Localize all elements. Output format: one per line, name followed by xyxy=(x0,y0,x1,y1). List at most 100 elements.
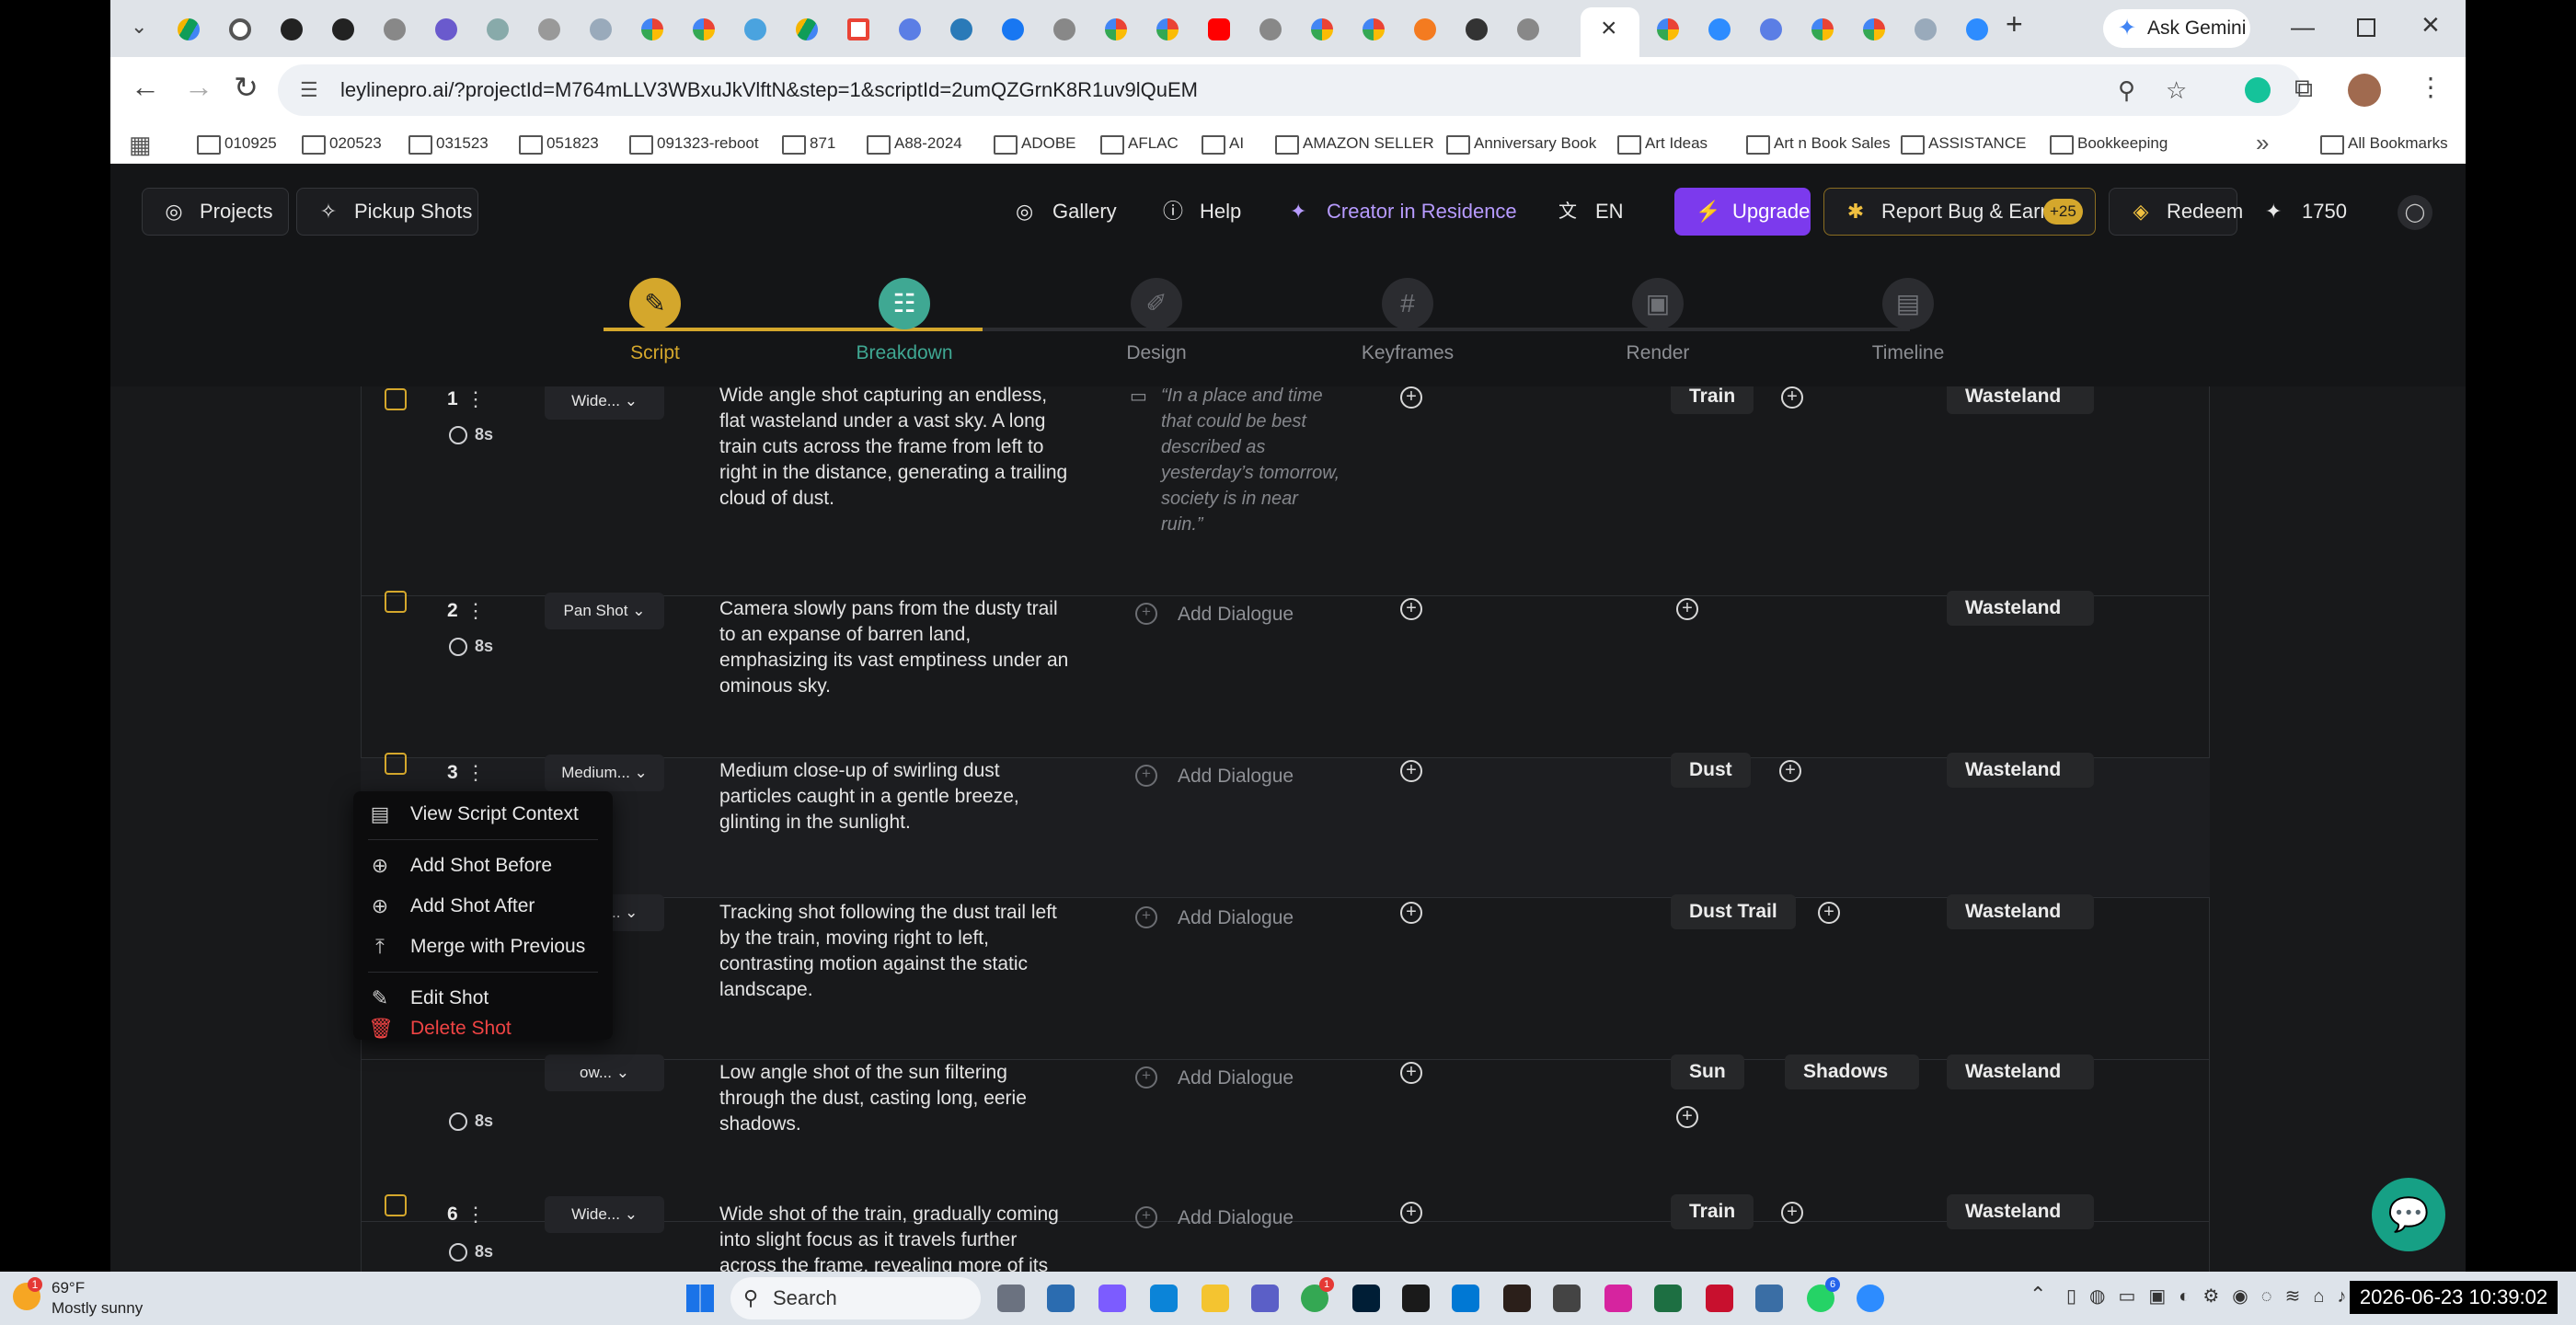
bookmark-folder[interactable]: ADOBE xyxy=(992,131,1076,156)
element-tag[interactable]: Train xyxy=(1671,1194,1754,1229)
element-tag[interactable]: Dust Trail xyxy=(1671,894,1796,929)
tab[interactable] xyxy=(1454,9,1500,50)
excel-icon[interactable] xyxy=(1654,1285,1682,1312)
tab[interactable] xyxy=(784,9,830,50)
restore-button[interactable] xyxy=(2357,18,2375,37)
add-shot-before-item[interactable]: ⊕ Add Shot Before xyxy=(353,847,613,885)
shot-description[interactable]: Low angle shot of the sun filtering thro… xyxy=(719,1060,1069,1137)
tab[interactable] xyxy=(835,9,881,50)
bookmark-folder[interactable]: Anniversary Book xyxy=(1444,131,1596,156)
shot-type-select[interactable]: Wide... ⌄ xyxy=(545,386,664,420)
tab[interactable] xyxy=(1093,9,1139,50)
tab[interactable] xyxy=(578,9,624,50)
bookmark-folder[interactable]: 871 xyxy=(780,131,835,156)
redeem-button[interactable]: ◈ Redeem xyxy=(2109,188,2243,236)
zoom-icon[interactable]: ⚲ xyxy=(2118,64,2135,116)
step-script-icon[interactable]: ✎ xyxy=(629,278,681,329)
reload-button[interactable]: ↻ xyxy=(234,70,259,105)
add-dialogue-button[interactable]: Add Dialogue xyxy=(1135,906,1294,929)
extensions-icon[interactable]: ⧉ xyxy=(2294,74,2313,104)
close-icon[interactable]: × xyxy=(1601,13,1617,44)
new-tab-button[interactable]: + xyxy=(2006,7,2023,41)
tab[interactable] xyxy=(1041,9,1087,50)
apps-icon[interactable]: ▦ xyxy=(129,131,152,159)
location-tag[interactable]: Wasteland xyxy=(1947,386,2094,414)
forward-button[interactable]: → xyxy=(184,70,213,104)
more-bookmarks-icon[interactable]: » xyxy=(2256,129,2269,157)
add-element-icon[interactable]: + xyxy=(1781,386,1803,409)
weather-widget[interactable]: 1 69°F Mostly sunny xyxy=(13,1277,215,1319)
row-menu-icon[interactable]: ⋮ xyxy=(466,389,486,409)
shot-type-select[interactable]: Medium... ⌄ xyxy=(545,755,664,791)
tab[interactable] xyxy=(629,9,675,50)
shot-description[interactable]: Camera slowly pans from the dusty trail … xyxy=(719,596,1069,699)
bookmark-folder[interactable]: Bookkeeping xyxy=(2048,131,2168,156)
shot-type-select[interactable]: Wide... ⌄ xyxy=(545,1196,664,1233)
tab[interactable] xyxy=(1402,9,1448,50)
add-character-icon[interactable]: + xyxy=(1400,1202,1422,1224)
bookmark-folder[interactable]: AI xyxy=(1200,131,1244,156)
add-character-icon[interactable]: + xyxy=(1400,1062,1422,1084)
star-icon[interactable]: ☆ xyxy=(2166,64,2187,116)
app-icon[interactable] xyxy=(1755,1285,1783,1312)
row-checkbox[interactable] xyxy=(385,1194,407,1216)
step-breakdown-label[interactable]: Breakdown xyxy=(812,342,996,364)
help-link[interactable]: ⓘ Help xyxy=(1163,188,1241,236)
shot-description[interactable]: Tracking shot following the dust trail l… xyxy=(719,900,1069,1003)
photoshop-icon[interactable] xyxy=(1352,1285,1380,1312)
tab[interactable] xyxy=(681,9,727,50)
step-keyframes-label[interactable]: Keyframes xyxy=(1316,342,1500,364)
add-element-icon[interactable]: + xyxy=(1676,598,1698,620)
location-tag[interactable]: Wasteland xyxy=(1947,591,2094,626)
row-checkbox[interactable] xyxy=(385,388,407,410)
credits-display[interactable]: ✦ 1750 xyxy=(2265,188,2347,236)
task-view-icon[interactable] xyxy=(997,1285,1025,1312)
profile-icon[interactable]: ◯ xyxy=(2398,195,2432,230)
outlook-icon[interactable] xyxy=(1047,1285,1075,1312)
bookmark-folder[interactable]: Art Ideas xyxy=(1616,131,1708,156)
tab[interactable] xyxy=(217,9,263,50)
step-timeline-icon[interactable]: ▤ xyxy=(1882,278,1934,329)
address-bar[interactable]: ☰ leylinepro.ai/?projectId=M764mLLV3WBxu… xyxy=(278,64,2302,116)
taskbar-search[interactable]: ⚲ Search xyxy=(730,1277,981,1319)
app-icon[interactable] xyxy=(1402,1285,1430,1312)
bookmark-folder[interactable]: Art n Book Sales xyxy=(1744,131,1891,156)
window-close-button[interactable]: × xyxy=(2421,7,2440,43)
tab[interactable] xyxy=(1144,9,1190,50)
whatsapp-icon[interactable]: 6 xyxy=(1807,1277,1840,1312)
tab[interactable] xyxy=(1299,9,1345,50)
add-character-icon[interactable]: + xyxy=(1400,902,1422,924)
tab[interactable] xyxy=(526,9,572,50)
tab[interactable] xyxy=(1696,9,1742,50)
todo-icon[interactable] xyxy=(1452,1285,1479,1312)
language-selector[interactable]: 文 EN xyxy=(1558,188,1624,236)
step-render-label[interactable]: Render xyxy=(1566,342,1750,364)
file-explorer-icon[interactable] xyxy=(1202,1285,1229,1312)
shot-type-select[interactable]: ow... ⌄ xyxy=(545,1054,664,1091)
location-tag[interactable]: Wasteland xyxy=(1947,753,2094,788)
report-bug-button[interactable]: ✱ Report Bug & Earn +25 xyxy=(1823,188,2096,236)
step-keyframes-icon[interactable]: # xyxy=(1382,278,1433,329)
add-character-icon[interactable]: + xyxy=(1400,598,1422,620)
tab[interactable] xyxy=(475,9,521,50)
bookmark-folder[interactable]: A88-2024 xyxy=(865,131,962,156)
add-element-icon[interactable]: + xyxy=(1818,902,1840,924)
chat-support-button[interactable]: 💬 xyxy=(2372,1178,2445,1251)
add-shot-after-item[interactable]: ⊕ Add Shot After xyxy=(353,887,613,926)
all-bookmarks[interactable]: All Bookmarks xyxy=(2318,131,2448,156)
bookmark-folder[interactable]: 051823 xyxy=(517,131,599,156)
bookmark-folder[interactable]: ASSISTANCE xyxy=(1899,131,2026,156)
bookmark-folder[interactable]: AFLAC xyxy=(1098,131,1179,156)
bookmark-folder[interactable]: 020523 xyxy=(300,131,382,156)
shot-description[interactable]: Wide angle shot capturing an endless, fl… xyxy=(719,386,1069,512)
tab[interactable] xyxy=(1748,9,1794,50)
edge-icon[interactable] xyxy=(1150,1285,1178,1312)
gallery-link[interactable]: ◎ Gallery xyxy=(1016,188,1117,236)
creator-in-residence-link[interactable]: ✦ Creator in Residence xyxy=(1290,188,1517,236)
row-menu-icon[interactable]: ⋮ xyxy=(466,763,486,783)
tab[interactable] xyxy=(320,9,366,50)
tab[interactable] xyxy=(1351,9,1397,50)
add-dialogue-button[interactable]: Add Dialogue xyxy=(1135,1206,1294,1229)
element-tag[interactable]: Dust xyxy=(1671,753,1751,788)
tab[interactable] xyxy=(1903,9,1949,50)
